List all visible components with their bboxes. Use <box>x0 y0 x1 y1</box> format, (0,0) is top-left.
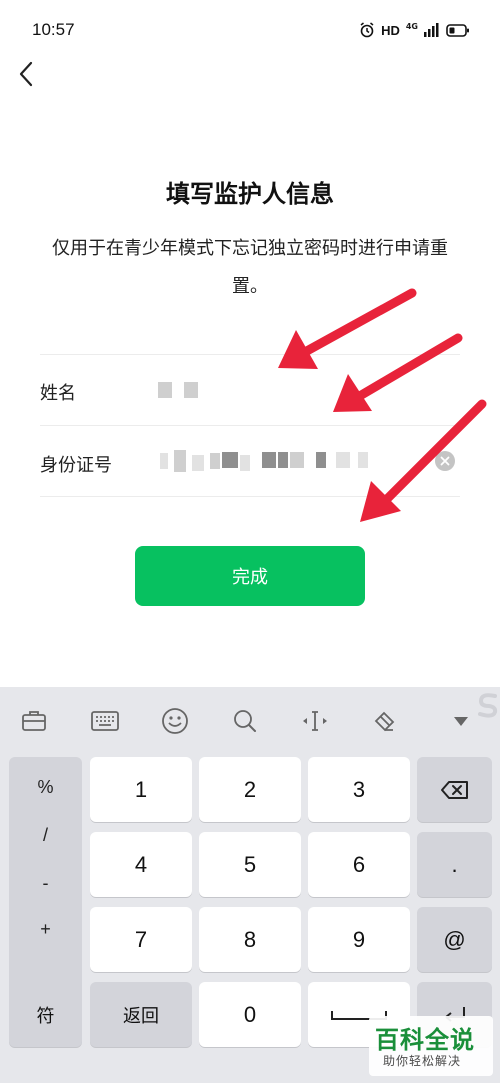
signal-icon <box>424 23 439 37</box>
search-icon[interactable] <box>230 707 260 735</box>
masked-char <box>262 452 276 468</box>
side-key-percent[interactable]: % <box>9 777 82 798</box>
key-1[interactable]: 1 <box>90 757 192 822</box>
form-divider <box>40 496 460 497</box>
symbol-key[interactable]: 符 <box>9 982 82 1047</box>
side-key-minus[interactable]: - <box>9 873 82 894</box>
network-type: 4G <box>405 21 418 31</box>
page-subtitle: 仅用于在青少年模式下忘记独立密码时进行申请重置。 <box>52 238 448 297</box>
masked-char <box>192 455 204 471</box>
key-2[interactable]: 2 <box>199 757 301 822</box>
watermark-logo: 百科全说 助你轻松解决 <box>369 1016 493 1076</box>
alarm-icon <box>360 22 374 38</box>
key-4[interactable]: 4 <box>90 832 192 897</box>
masked-char <box>336 452 350 468</box>
masked-char <box>290 452 304 468</box>
backspace-icon <box>440 780 468 799</box>
annotation-arrow <box>333 333 463 412</box>
at-key[interactable]: @ <box>417 907 492 972</box>
key-7[interactable]: 7 <box>90 907 192 972</box>
watermark-subtitle: 助你轻松解决 <box>383 1054 462 1068</box>
cursor-icon[interactable] <box>300 707 330 735</box>
id-label: 身份证号 <box>40 455 112 476</box>
key-8[interactable]: 8 <box>199 907 301 972</box>
watermark-title: 百科全说 <box>375 1026 475 1054</box>
collapse-icon[interactable] <box>446 707 476 735</box>
side-key-plus[interactable]: + <box>9 919 82 940</box>
key-9[interactable]: 9 <box>308 907 410 972</box>
dot-key[interactable]: . <box>417 832 492 897</box>
done-button[interactable]: 完成 <box>135 546 365 606</box>
status-bar: 10:57 HD 4G <box>0 0 500 60</box>
masked-char <box>222 452 238 468</box>
masked-char <box>210 453 220 469</box>
briefcase-icon[interactable] <box>19 707 49 735</box>
masked-char <box>358 452 368 468</box>
masked-char <box>316 452 326 468</box>
backspace-key[interactable] <box>417 757 492 822</box>
masked-char <box>158 382 172 398</box>
key-6[interactable]: 6 <box>308 832 410 897</box>
masked-char <box>240 455 250 471</box>
side-key-slash[interactable]: / <box>9 825 82 846</box>
back-button[interactable] <box>10 58 42 90</box>
masked-char <box>184 382 198 398</box>
emoji-icon[interactable] <box>160 707 190 735</box>
masked-char <box>174 450 186 472</box>
annotation-arrow <box>360 399 487 522</box>
masked-char <box>160 453 168 469</box>
name-label: 姓名 <box>40 383 76 404</box>
clear-input-button[interactable] <box>435 451 455 471</box>
key-5[interactable]: 5 <box>199 832 301 897</box>
masked-char <box>278 452 288 468</box>
keyboard-icon[interactable] <box>90 707 120 735</box>
status-time: 10:57 <box>32 20 75 39</box>
paint-icon[interactable] <box>370 707 400 735</box>
battery-icon <box>446 23 469 37</box>
back-key[interactable]: 返回 <box>90 982 192 1047</box>
key-0[interactable]: 0 <box>199 982 301 1047</box>
hd-indicator: HD <box>381 22 400 38</box>
status-icons: HD 4G <box>359 20 470 40</box>
keyboard-toolbar <box>0 687 500 753</box>
sogou-logo-icon <box>478 693 498 718</box>
close-icon <box>440 456 450 466</box>
page-title: 填写监护人信息 <box>166 180 334 208</box>
key-3[interactable]: 3 <box>308 757 410 822</box>
form-divider <box>40 354 460 355</box>
chevron-left-icon <box>19 61 33 87</box>
form-divider <box>40 425 460 426</box>
symbol-side-column[interactable]: % / - + <box>9 757 82 992</box>
